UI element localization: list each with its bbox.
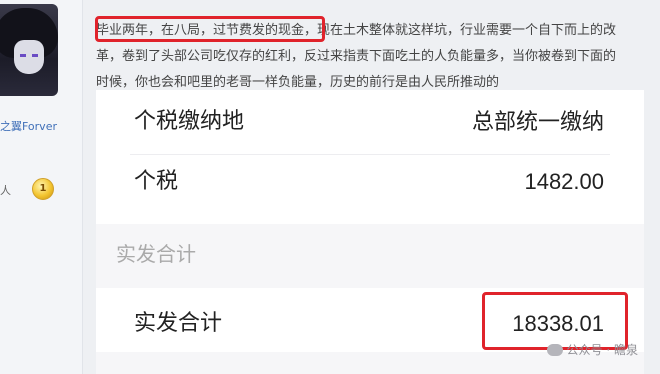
level-badge-icon[interactable]: 1 [32, 178, 54, 200]
tax-row: 个税 1482.00 [96, 154, 644, 210]
tax-label: 个税 [134, 169, 179, 194]
user-panel: 之翼Forver 人 1 [0, 0, 83, 374]
post-line: 革，卷到了头部公司吃仅存的红利，反过来指责下面吃土的人负能量多，当你被卷到下面的 [96, 49, 617, 64]
salary-card: 个税缴纳地 总部统一缴纳 个税 1482.00 实发合计 实发合计 18338.… [96, 90, 644, 374]
tax-location-row: 个税缴纳地 总部统一缴纳 [96, 94, 644, 150]
avatar-face [14, 40, 44, 74]
net-pay-label: 实发合计 [134, 311, 223, 336]
tax-location-label: 个税缴纳地 [134, 109, 245, 134]
tax-value: 1482.00 [524, 169, 604, 194]
level-text: 人 [0, 184, 11, 197]
avatar-eye-icon [32, 54, 38, 57]
net-pay-section-title: 实发合计 [116, 242, 196, 266]
tax-location-value: 总部统一缴纳 [471, 109, 604, 134]
text-highlight-box [95, 16, 325, 42]
watermark: 公众号 · 瞻泉 [546, 341, 638, 358]
avatar-eye-icon [20, 54, 26, 57]
forum-post-screenshot: 之翼Forver 人 1 毕业两年，在八局，过节费发的现金，现在土木整体就这样坑… [0, 0, 660, 374]
avatar[interactable] [0, 4, 58, 96]
watermark-text: 公众号 · 瞻泉 [566, 343, 638, 357]
username-link[interactable]: 之翼Forver [0, 118, 57, 134]
tax-block: 个税缴纳地 总部统一缴纳 个税 1482.00 [96, 90, 644, 224]
wechat-icon [546, 344, 563, 356]
